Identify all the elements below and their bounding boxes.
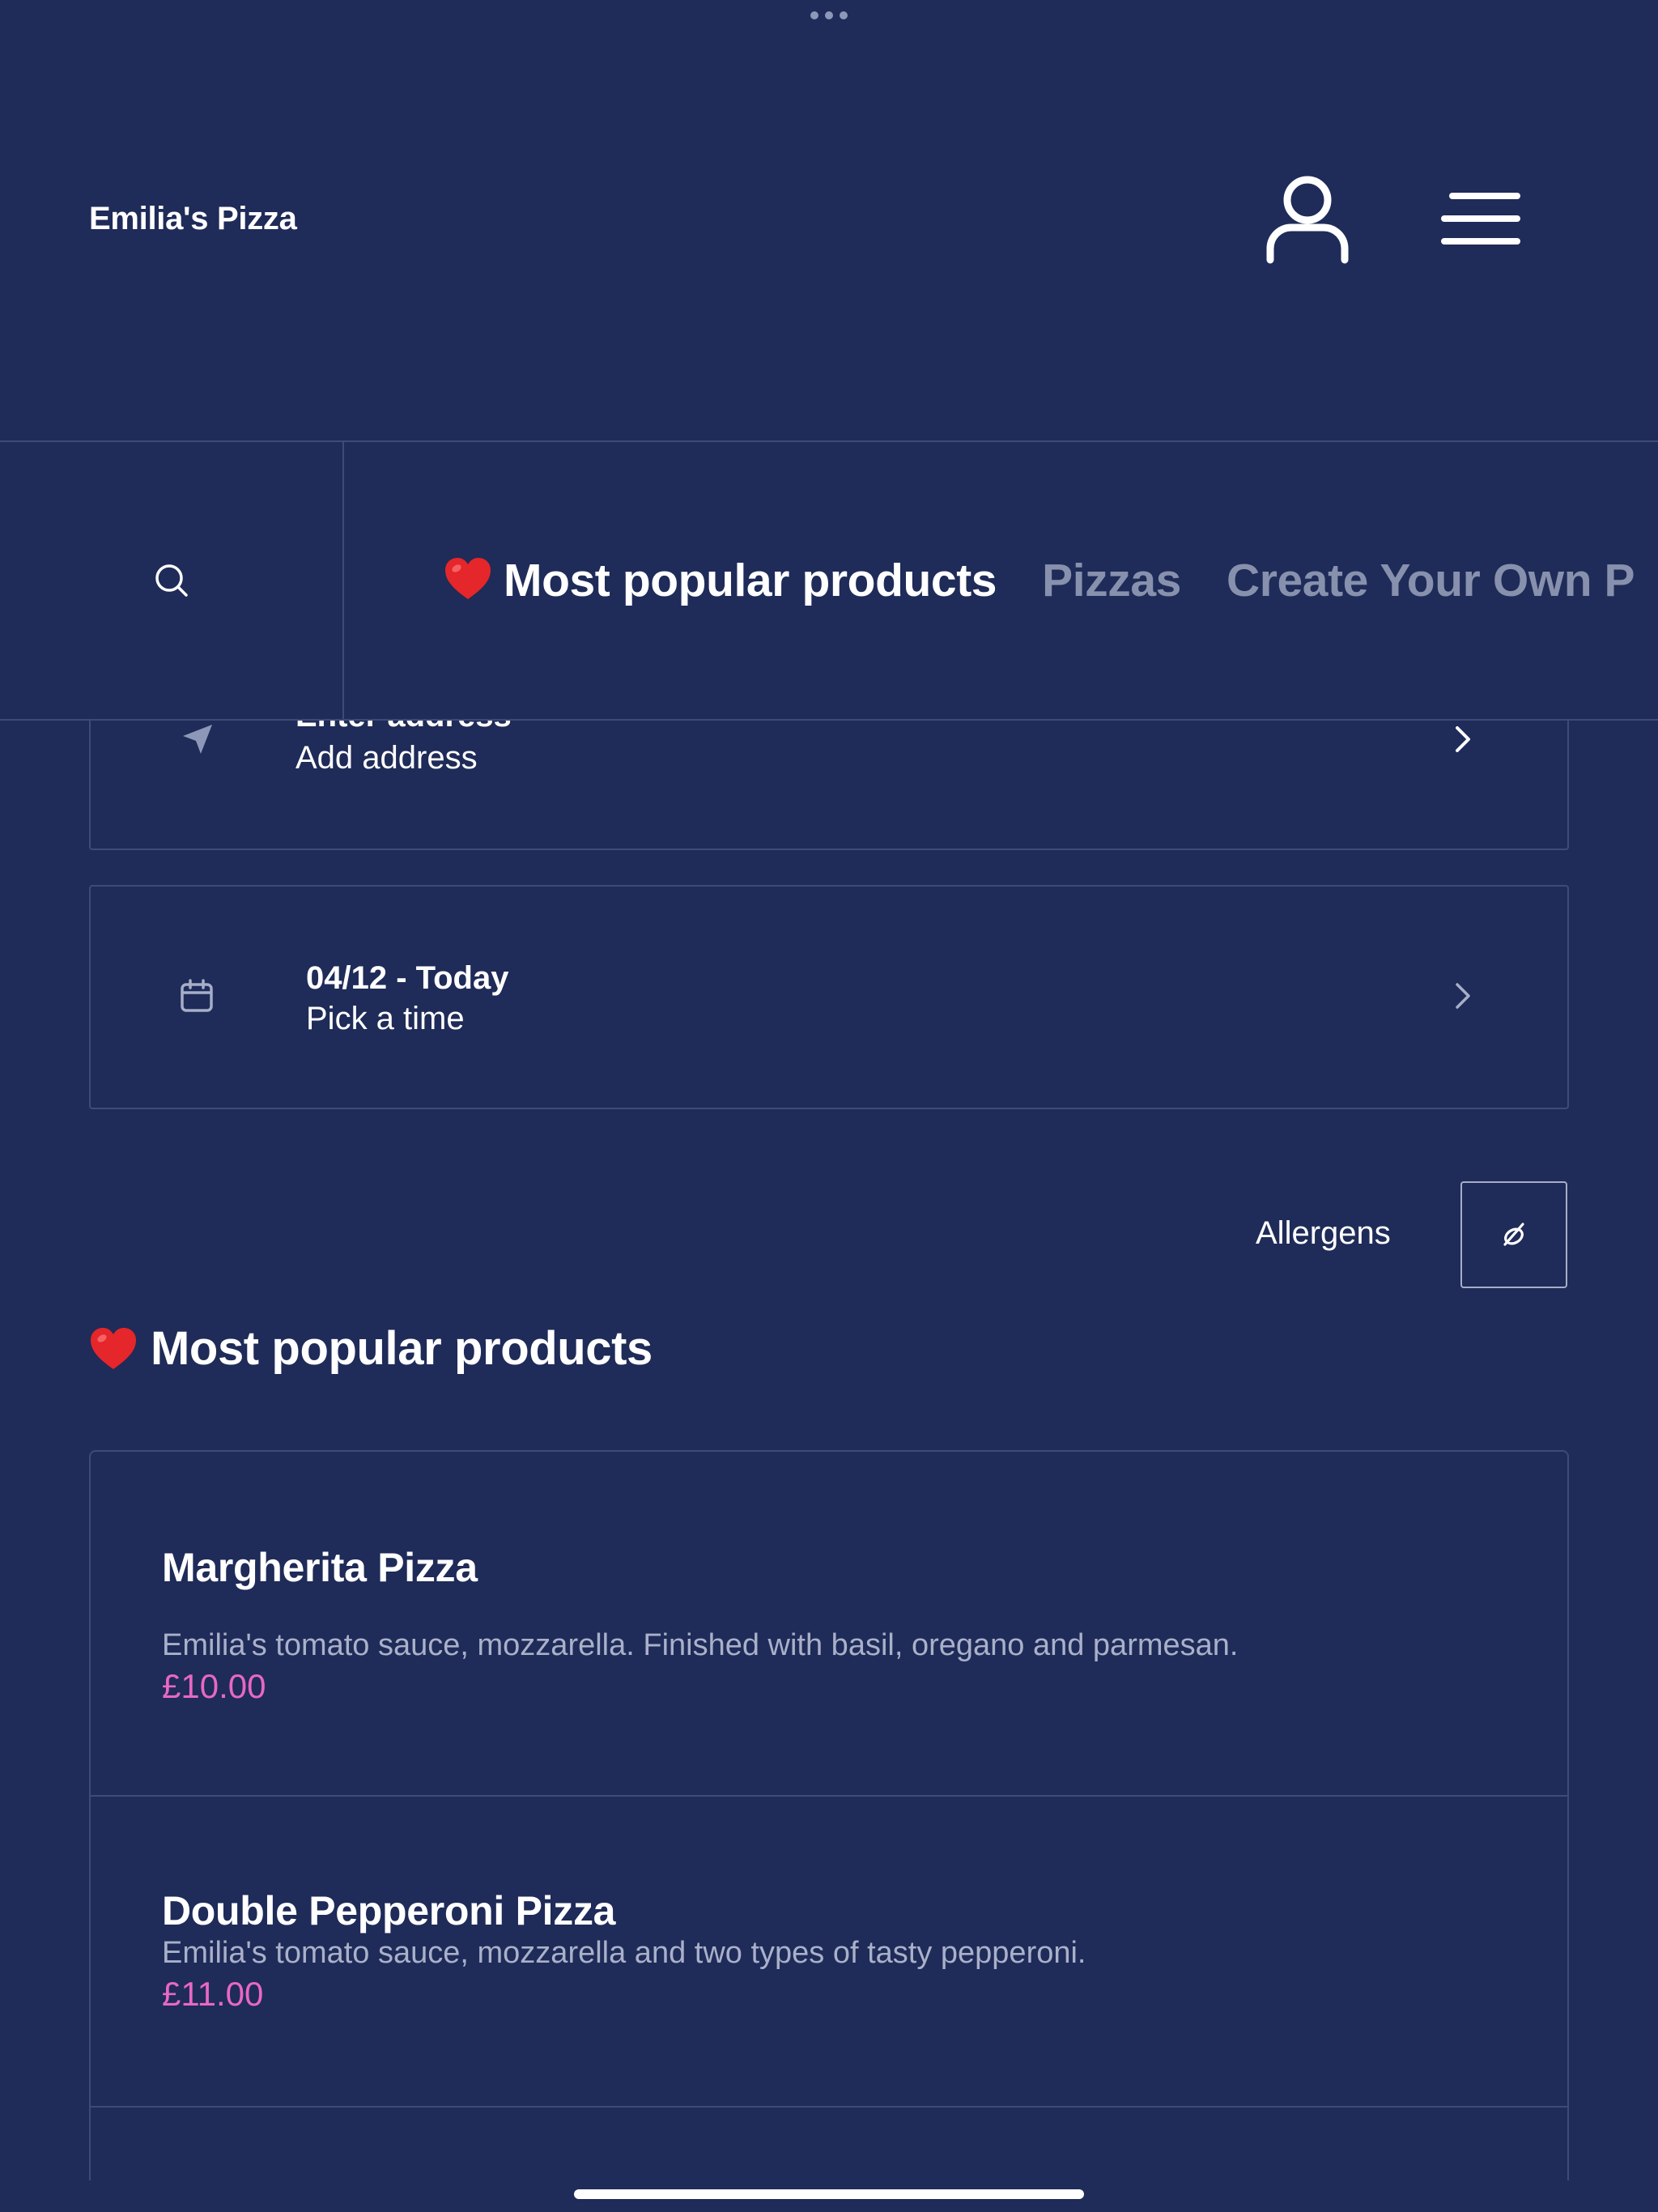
grabber-dot bbox=[825, 11, 833, 19]
allergens-label: Allergens bbox=[1256, 1215, 1391, 1251]
tab-label: Most popular products bbox=[504, 555, 997, 606]
time-card[interactable]: 04/12 - Today Pick a time bbox=[89, 885, 1569, 1109]
search-icon bbox=[155, 564, 188, 597]
location-arrow-icon bbox=[183, 725, 212, 754]
tab-create-your-own[interactable]: Create Your Own P bbox=[1226, 554, 1635, 607]
address-subtitle: Add address bbox=[295, 740, 478, 776]
time-subtitle: Pick a time bbox=[306, 1001, 465, 1036]
search-button[interactable] bbox=[0, 442, 344, 719]
tab-pizzas[interactable]: Pizzas bbox=[1042, 554, 1181, 607]
heart-icon bbox=[445, 558, 491, 599]
home-indicator[interactable] bbox=[574, 2189, 1084, 2199]
product-description: Emilia's tomato sauce, mozzarella and tw… bbox=[162, 1936, 1086, 1970]
app-title: Emilia's Pizza bbox=[89, 201, 297, 236]
product-list: Margherita Pizza Emilia's tomato sauce, … bbox=[89, 1450, 1569, 2180]
product-item[interactable]: Double Pepperoni Pizza Emilia's tomato s… bbox=[91, 1797, 1567, 2108]
category-tabs: Most popular products Pizzas Create Your… bbox=[444, 442, 1658, 719]
section-title: Most popular products bbox=[89, 1321, 653, 1376]
multitasking-grabber[interactable] bbox=[810, 11, 848, 19]
allergens-button[interactable] bbox=[1460, 1181, 1567, 1288]
grabber-dot bbox=[840, 11, 848, 19]
product-description: Emilia's tomato sauce, mozzarella. Finis… bbox=[162, 1628, 1239, 1662]
grabber-dot bbox=[810, 11, 818, 19]
hamburger-menu-icon bbox=[1441, 193, 1520, 245]
heart-icon bbox=[91, 1327, 136, 1369]
section-title-text: Most popular products bbox=[151, 1322, 653, 1375]
menu-button[interactable] bbox=[1433, 182, 1530, 255]
time-title: 04/12 - Today bbox=[306, 960, 509, 996]
chevron-right-icon bbox=[1456, 983, 1470, 1009]
tab-most-popular[interactable]: Most popular products bbox=[444, 554, 997, 607]
account-button[interactable] bbox=[1259, 170, 1356, 267]
calendar-icon bbox=[181, 979, 213, 1012]
product-price: £11.00 bbox=[162, 1975, 264, 2013]
allergen-filter-icon bbox=[1503, 1223, 1524, 1246]
product-item[interactable]: Margherita Pizza Emilia's tomato sauce, … bbox=[91, 1452, 1567, 1797]
product-name: Margherita Pizza bbox=[162, 1545, 478, 1590]
chevron-right-icon bbox=[1456, 726, 1470, 752]
category-tab-bar: Most popular products Pizzas Create Your… bbox=[0, 440, 1658, 721]
product-name: Double Pepperoni Pizza bbox=[162, 1888, 616, 1933]
user-icon bbox=[1266, 176, 1349, 264]
product-price: £10.00 bbox=[162, 1667, 266, 1705]
